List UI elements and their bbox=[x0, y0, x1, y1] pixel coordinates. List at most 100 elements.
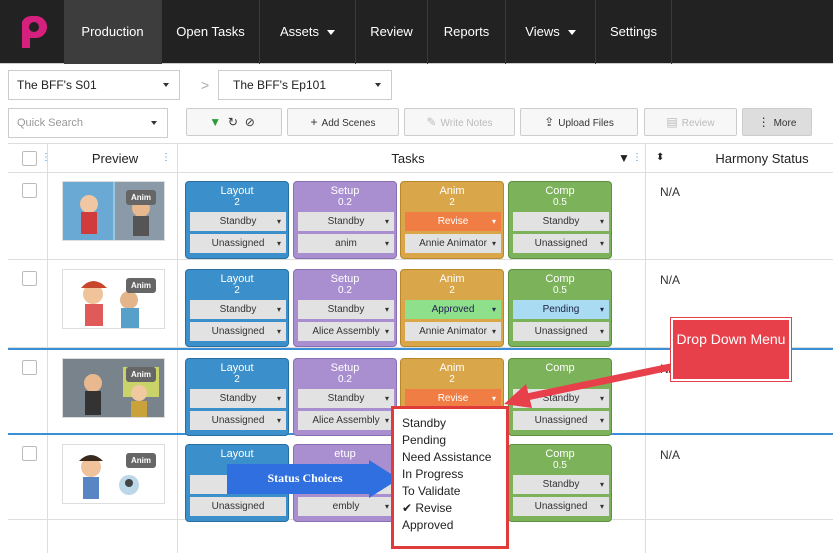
scene-thumbnail[interactable]: Anim bbox=[62, 358, 165, 418]
status-select[interactable]: Approved ▾ bbox=[405, 300, 501, 319]
nav-assets[interactable]: Assets bbox=[260, 0, 356, 64]
status-select[interactable]: Pending ▾ bbox=[513, 300, 609, 319]
status-label: Standby bbox=[542, 479, 580, 490]
dropdown-option-revise[interactable]: ✔ Revise bbox=[402, 500, 498, 517]
row-checkbox[interactable] bbox=[22, 183, 37, 198]
chevron-down-icon bbox=[163, 83, 169, 87]
dropdown-option-pending[interactable]: Pending bbox=[402, 432, 498, 449]
upload-files-button[interactable]: ⇪ Upload Files bbox=[520, 108, 638, 136]
select-all-checkbox[interactable] bbox=[22, 151, 37, 166]
assignee-select[interactable]: Annie Animator ▾ bbox=[405, 234, 501, 253]
nav-views[interactable]: Views bbox=[506, 0, 596, 64]
clear-filter-icon[interactable]: ⊘ bbox=[245, 109, 255, 135]
status-select[interactable]: Standby ▾ bbox=[190, 300, 286, 319]
filter-icon[interactable]: ▼ bbox=[209, 109, 221, 135]
dropdown-option-need-assistance[interactable]: Need Assistance bbox=[402, 449, 498, 466]
more-vertical-icon: ⋮ bbox=[757, 115, 770, 129]
status-select[interactable]: Standby ▾ bbox=[513, 212, 609, 231]
task-card-layout[interactable]: Layout 2 Standby ▾ Unassigned ▾ bbox=[185, 358, 289, 436]
dropdown-option-approved[interactable]: Approved bbox=[402, 517, 498, 534]
status-label: Revise bbox=[437, 393, 469, 404]
assignee-select[interactable]: Unassigned bbox=[190, 497, 286, 516]
task-card-setup[interactable]: Setup 0.2 Standby ▾ Alice Assembly ▾ bbox=[293, 269, 397, 347]
scene-thumbnail[interactable]: Anim bbox=[62, 269, 165, 329]
assignee-select[interactable]: Alice Assembly ▾ bbox=[298, 411, 394, 430]
task-card-setup[interactable]: Setup 0.2 Standby ▾ anim ▾ bbox=[293, 181, 397, 259]
task-card-anim[interactable]: Anim 2 Approved ▾ Annie Animator ▾ bbox=[400, 269, 504, 347]
preview-header[interactable]: Preview bbox=[55, 144, 175, 174]
status-select[interactable]: Standby ▾ bbox=[513, 475, 609, 494]
harmony-status-header[interactable]: Harmony Status bbox=[698, 144, 826, 174]
scene-thumbnail[interactable]: Anim bbox=[62, 181, 165, 241]
task-version: 0.5 bbox=[553, 197, 567, 208]
status-label: Standby bbox=[327, 304, 365, 315]
assignee-label: Unassigned bbox=[211, 415, 265, 426]
nav-open-tasks[interactable]: Open Tasks bbox=[162, 0, 260, 64]
assignee-select[interactable]: Unassigned ▾ bbox=[513, 497, 609, 516]
more-button[interactable]: ⋮ More bbox=[742, 108, 812, 136]
status-select[interactable]: Standby ▾ bbox=[298, 389, 394, 408]
assignee-select[interactable]: Annie Animator ▾ bbox=[405, 322, 501, 341]
status-dropdown-menu[interactable]: Standby Pending Need Assistance In Progr… bbox=[391, 406, 509, 549]
harmony-status-value: N/A bbox=[660, 448, 681, 462]
task-card-anim[interactable]: Anim 2 Revise ▾ Annie Animator ▾ bbox=[400, 181, 504, 259]
filter-icon[interactable]: ▼ bbox=[618, 151, 630, 165]
assignee-select[interactable]: Unassigned ▾ bbox=[190, 322, 286, 341]
status-select[interactable]: Standby ▾ bbox=[190, 212, 286, 231]
table-row[interactable]: Anim Layout 2 Standby ▾ Unassigned ▾ Setup 0.2… bbox=[8, 173, 833, 260]
task-card-layout[interactable]: Layout 2 Standby ▾ Unassigned ▾ bbox=[185, 269, 289, 347]
task-card-comp[interactable]: Comp 0.5 Standby ▾ Unassigned ▾ bbox=[508, 181, 612, 259]
nav-settings[interactable]: Settings bbox=[596, 0, 672, 64]
scene-thumbnail[interactable]: Anim bbox=[62, 444, 165, 504]
tasks-header[interactable]: Tasks bbox=[178, 144, 638, 174]
chevron-down-icon: ▾ bbox=[276, 217, 281, 226]
column-menu-icon[interactable]: ⋮ bbox=[632, 152, 642, 163]
column-menu-icon[interactable]: ⋮ bbox=[161, 152, 171, 163]
episode-select[interactable]: The BFF's Ep101 bbox=[218, 70, 392, 100]
status-select[interactable]: Standby ▾ bbox=[298, 212, 394, 231]
dropdown-option-standby[interactable]: Standby bbox=[402, 415, 498, 432]
assignee-select[interactable]: anim ▾ bbox=[298, 234, 394, 253]
row-checkbox[interactable] bbox=[22, 360, 37, 375]
upload-files-label: Upload Files bbox=[558, 118, 614, 129]
asset-badge: Anim bbox=[126, 453, 156, 468]
status-select[interactable]: Revise ▾ bbox=[405, 212, 501, 231]
nav-reports[interactable]: Reports bbox=[428, 0, 506, 64]
task-version: 2 bbox=[449, 197, 455, 208]
assignee-select[interactable]: Alice Assembly ▾ bbox=[298, 322, 394, 341]
task-version: 0.2 bbox=[338, 285, 352, 296]
assignee-select[interactable]: Unassigned ▾ bbox=[190, 411, 286, 430]
season-select[interactable]: The BFF's S01 bbox=[8, 70, 180, 100]
write-notes-button[interactable]: ✎ Write Notes bbox=[404, 108, 515, 136]
chevron-down-icon: ▾ bbox=[276, 305, 281, 314]
review-button[interactable]: ▤ Review bbox=[644, 108, 737, 136]
app-logo-icon[interactable] bbox=[12, 12, 52, 52]
refresh-icon[interactable]: ↻ bbox=[228, 109, 238, 135]
status-select[interactable]: Standby ▾ bbox=[298, 300, 394, 319]
task-card-comp[interactable]: Comp 0.5 Pending ▾ Unassigned ▾ bbox=[508, 269, 612, 347]
column-menu-icon[interactable]: ⋮ bbox=[41, 152, 51, 163]
assignee-select[interactable]: embly ▾ bbox=[298, 497, 394, 516]
dropdown-option-to-validate[interactable]: To Validate bbox=[402, 483, 498, 500]
task-card-layout[interactable]: Layout 2 Standby ▾ Unassigned ▾ bbox=[185, 181, 289, 259]
task-version: 2 bbox=[449, 374, 455, 385]
assignee-select[interactable]: Unassigned ▾ bbox=[513, 322, 609, 341]
assignee-select[interactable]: Unassigned ▾ bbox=[513, 234, 609, 253]
edit-icon: ✎ bbox=[426, 115, 437, 129]
nav-production[interactable]: Production bbox=[64, 0, 162, 64]
nav-review[interactable]: Review bbox=[356, 0, 428, 64]
row-checkbox[interactable] bbox=[22, 271, 37, 286]
dropdown-option-in-progress[interactable]: In Progress bbox=[402, 466, 498, 483]
row-checkbox[interactable] bbox=[22, 446, 37, 461]
assignee-select[interactable]: Unassigned ▾ bbox=[190, 234, 286, 253]
quick-search-select[interactable]: Quick Search bbox=[8, 108, 168, 138]
sort-icon[interactable]: ⬍ bbox=[656, 152, 664, 163]
task-card-setup[interactable]: Setup 0.2 Standby ▾ Alice Assembly ▾ bbox=[293, 358, 397, 436]
assignee-label: Unassigned bbox=[534, 238, 588, 249]
assignee-select[interactable]: Unassigned ▾ bbox=[513, 411, 609, 430]
status-label: Standby bbox=[327, 216, 365, 227]
status-select[interactable]: Standby ▾ bbox=[190, 389, 286, 408]
add-scenes-button[interactable]: + Add Scenes bbox=[287, 108, 399, 136]
chevron-down-icon: ▾ bbox=[491, 239, 496, 248]
task-card-comp[interactable]: Comp 0.5 Standby ▾ Unassigned ▾ bbox=[508, 444, 612, 522]
